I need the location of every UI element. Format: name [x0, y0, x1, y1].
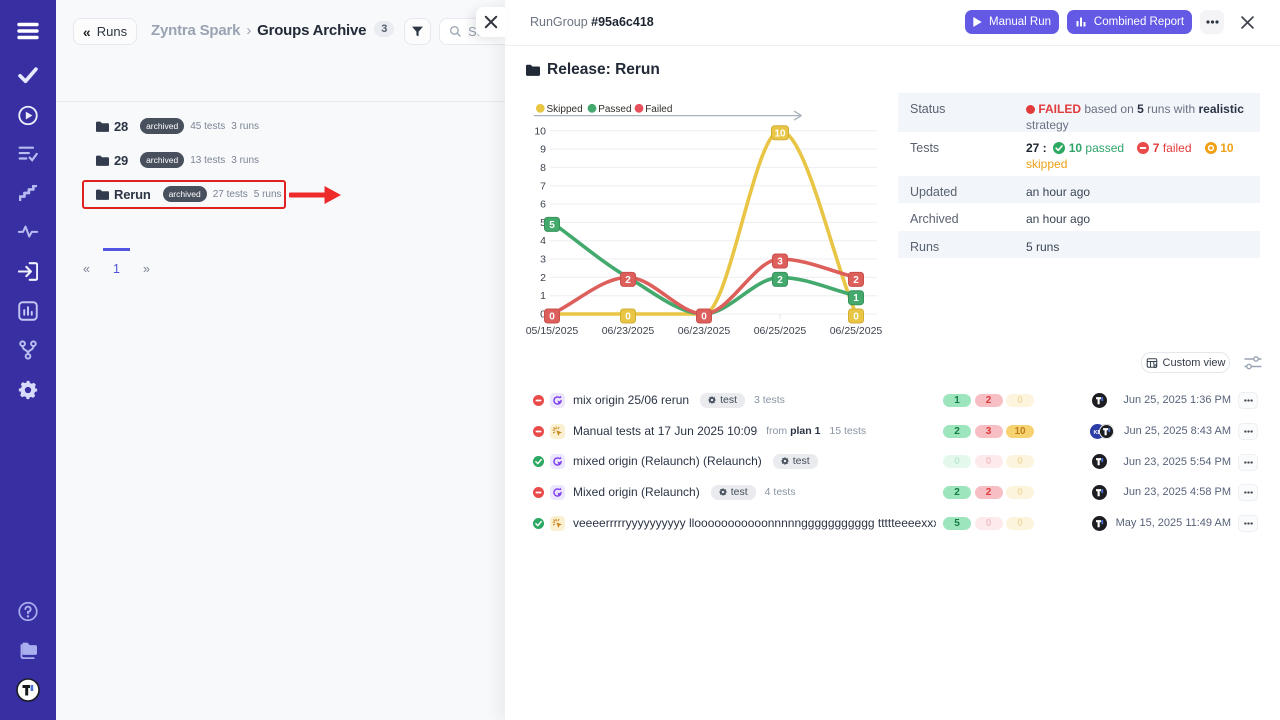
svg-text:6: 6 [540, 199, 546, 211]
svg-text:8: 8 [540, 162, 546, 174]
svg-text:3: 3 [540, 254, 546, 266]
svg-text:4: 4 [540, 235, 546, 247]
svg-text:5: 5 [549, 220, 555, 231]
svg-text:1: 1 [540, 290, 546, 302]
svg-text:9: 9 [540, 144, 546, 156]
svg-text:0: 0 [701, 312, 707, 323]
svg-text:06/23/2025: 06/23/2025 [678, 325, 731, 337]
svg-text:0: 0 [549, 312, 555, 323]
svg-text:Failed: Failed [645, 104, 672, 115]
svg-text:2: 2 [540, 272, 546, 284]
svg-text:Passed: Passed [598, 104, 631, 115]
svg-text:Skipped: Skipped [547, 104, 583, 115]
svg-text:10: 10 [534, 125, 546, 137]
svg-text:06/23/2025: 06/23/2025 [602, 325, 655, 337]
svg-text:2: 2 [625, 275, 631, 286]
svg-text:7: 7 [540, 180, 546, 192]
svg-text:2: 2 [777, 275, 783, 286]
svg-text:06/25/2025: 06/25/2025 [830, 325, 883, 337]
svg-text:05/15/2025: 05/15/2025 [526, 325, 579, 337]
svg-text:0: 0 [853, 312, 859, 323]
svg-text:3: 3 [777, 257, 783, 268]
svg-text:1: 1 [853, 293, 859, 304]
svg-text:06/25/2025: 06/25/2025 [754, 325, 807, 337]
svg-text:10: 10 [774, 128, 786, 139]
svg-text:2: 2 [853, 275, 859, 286]
svg-text:0: 0 [625, 312, 631, 323]
